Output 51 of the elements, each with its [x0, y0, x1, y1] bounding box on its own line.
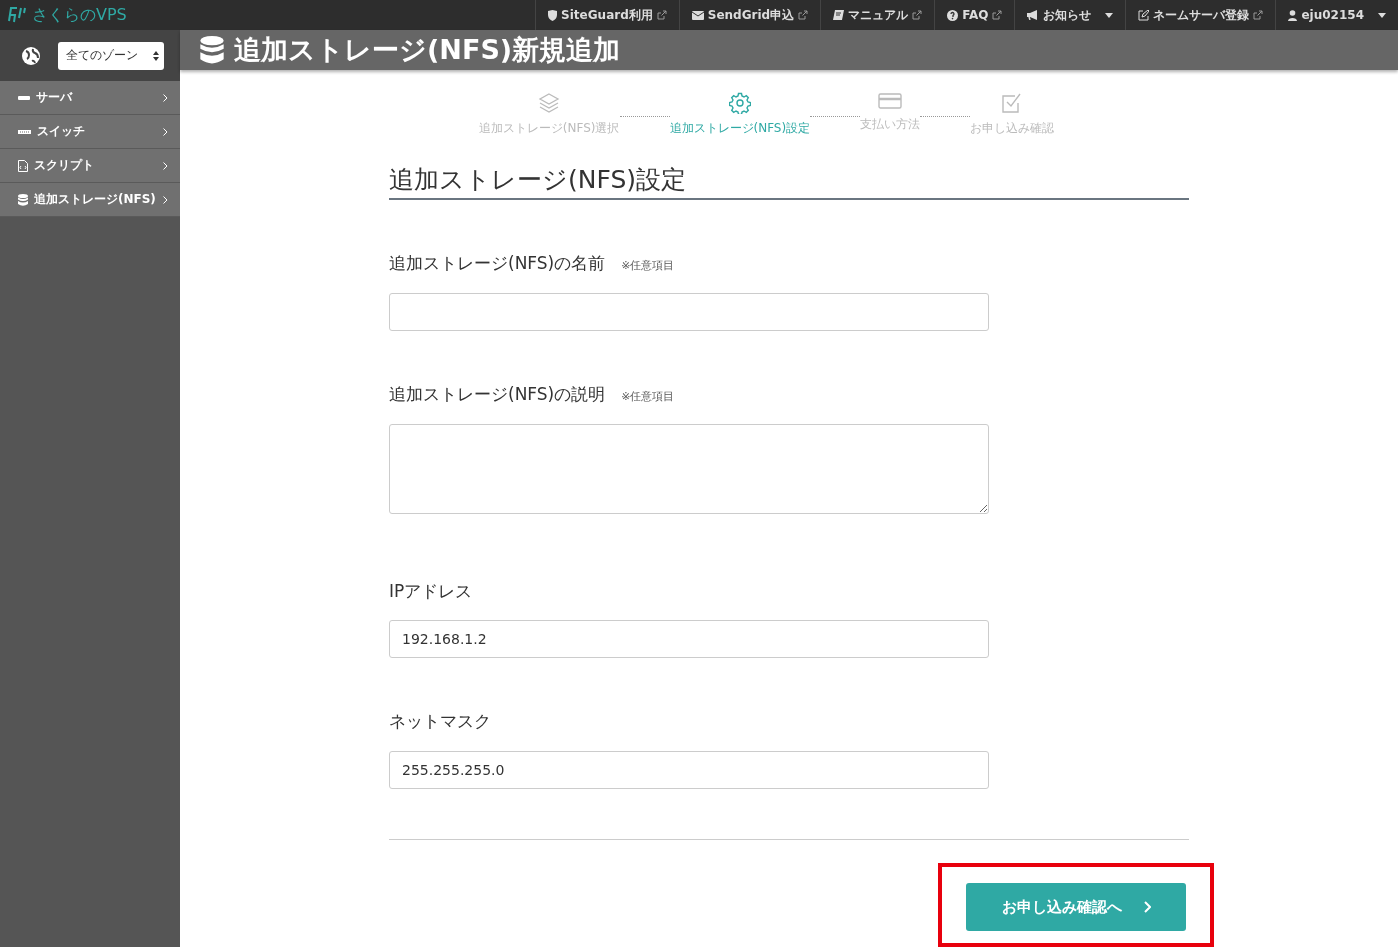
external-link-icon — [912, 10, 923, 20]
page-title: 追加ストレージ(NFS)新規追加 — [234, 33, 621, 67]
database-icon — [200, 36, 224, 64]
textarea-field[interactable] — [389, 424, 989, 514]
updown-icon — [153, 50, 159, 61]
envelope-icon — [691, 10, 704, 20]
chevron-icon — [1143, 901, 1151, 913]
external-link-icon — [656, 10, 667, 20]
input-field[interactable] — [389, 293, 989, 331]
globe-icon — [22, 46, 40, 65]
field-label: 追加ストレージ(NFS)の説明 — [389, 383, 606, 406]
shield-icon — [548, 9, 558, 21]
sidebar-item[interactable]: スイッチ — [0, 115, 180, 149]
logo-icon — [8, 7, 28, 23]
sidebar-item[interactable]: 追加ストレージ(NFS) — [0, 183, 180, 217]
field-label: 追加ストレージ(NFS)の名前 — [389, 252, 606, 275]
external-link-icon — [1253, 10, 1264, 20]
external-link-icon — [798, 10, 809, 20]
zone-select[interactable]: 全てのゾーン — [58, 41, 164, 70]
sidebar-item[interactable]: サーバ — [0, 81, 180, 115]
field-label: IPアドレス — [389, 580, 473, 603]
logo-text: さくらのVPS — [32, 4, 127, 26]
optional-note: ※任意項目 — [621, 258, 675, 273]
server-icon — [18, 95, 30, 100]
section-title: 追加ストレージ(NFS)設定 — [389, 163, 1189, 200]
step-label: 支払い方法 — [860, 116, 921, 133]
help-icon — [947, 9, 959, 21]
step-label: 追加ストレージ(NFS)設定 — [669, 120, 811, 137]
file-code-icon — [18, 159, 28, 172]
chevron-icon — [163, 127, 168, 136]
database-icon — [18, 193, 28, 206]
caret-icon — [1105, 12, 1114, 18]
switch-icon — [18, 129, 31, 134]
chevron-icon — [163, 93, 168, 102]
book-icon — [833, 10, 845, 20]
caret-icon — [1378, 12, 1386, 18]
step-label: 追加ストレージ(NFS)選択 — [478, 120, 620, 137]
credit-card-icon — [878, 92, 903, 110]
gear-icon — [728, 92, 751, 114]
chevron-icon — [163, 195, 168, 204]
external-link-icon — [992, 10, 1003, 20]
edit-icon — [1138, 9, 1150, 21]
sidebar-item[interactable]: スクリプト — [0, 149, 180, 183]
input-field[interactable]: 192.168.1.2 — [389, 620, 989, 658]
optional-note: ※任意項目 — [621, 389, 675, 404]
chevron-icon — [163, 161, 168, 170]
megaphone-icon — [1027, 10, 1040, 20]
user-icon — [1288, 9, 1298, 21]
layers-icon — [538, 92, 561, 114]
input-field[interactable]: 255.255.255.0 — [389, 751, 989, 789]
field-label: ネットマスク — [389, 710, 491, 733]
